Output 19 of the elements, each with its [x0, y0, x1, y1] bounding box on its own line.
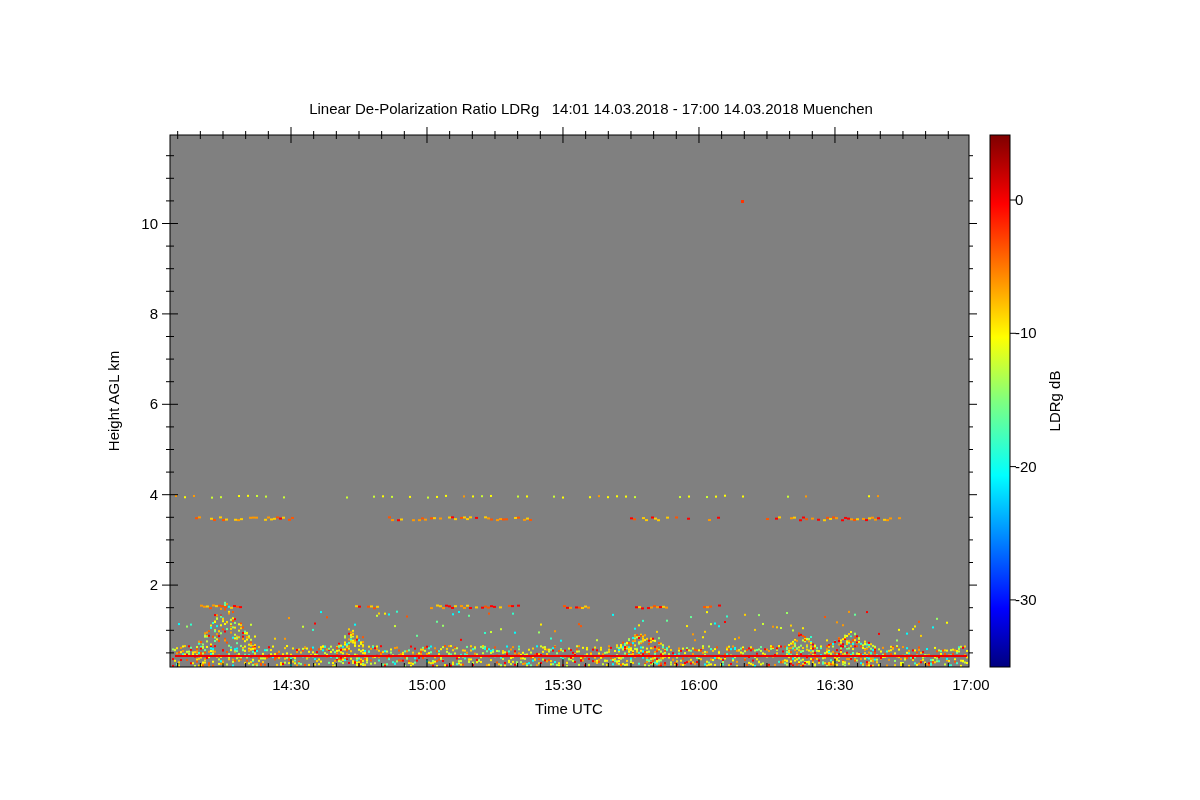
tick-label: 16:00	[680, 676, 718, 693]
plot-title: Linear De-Polarization Ratio LDRg 14:01 14.03.2018 - 17:00 14.03.2018 Muenchen	[309, 100, 873, 117]
tick-label: 0	[1015, 191, 1024, 208]
axis-label: LDRg dB	[1046, 370, 1063, 432]
tick-label: 17:00	[952, 676, 990, 693]
tick-label: -20	[1015, 457, 1037, 475]
tick-label: 2	[149, 576, 158, 594]
tick-label: 8	[149, 304, 158, 322]
tick-label: -10	[1015, 324, 1037, 342]
axis-label: Height AGL km	[105, 350, 122, 452]
tick-label: 10	[141, 214, 158, 232]
tick-label: 15:30	[544, 676, 582, 693]
axis-label: Time UTC	[535, 700, 603, 717]
tick-label: -30	[1015, 590, 1037, 608]
tick-label: 15:00	[408, 676, 446, 693]
tick-label: 4	[149, 485, 158, 503]
tick-label: 14:30	[272, 676, 310, 693]
tick-label: 6	[149, 395, 158, 413]
tick-label: 16:30	[816, 676, 854, 693]
